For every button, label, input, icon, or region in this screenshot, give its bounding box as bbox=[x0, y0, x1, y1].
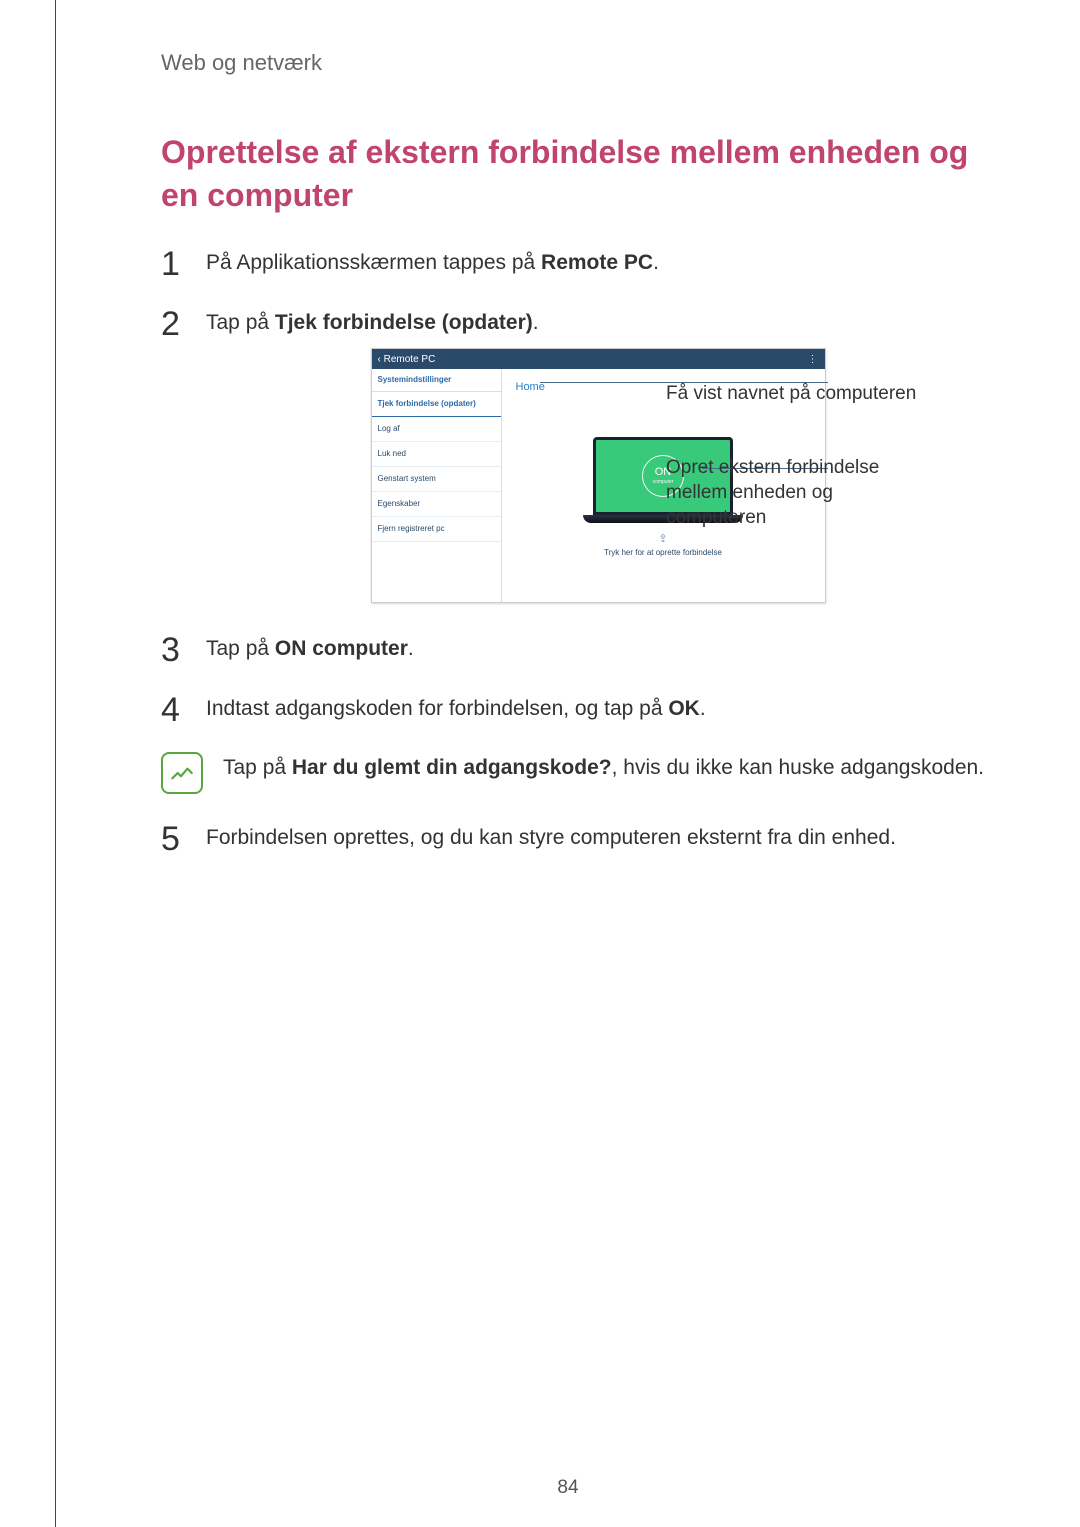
step-5-text: Forbindelsen oprettes, og du kan styre c… bbox=[206, 826, 896, 849]
note-icon bbox=[161, 752, 203, 794]
sidebar-header: Systemindstillinger bbox=[372, 369, 501, 392]
sidebar-item-remove-pc[interactable]: Fjern registreret pc bbox=[372, 517, 501, 542]
back-chevron-icon[interactable]: ‹ Remote PC bbox=[378, 352, 436, 367]
step-4: Indtast adgangskoden for forbindelsen, o… bbox=[161, 693, 990, 725]
sidebar-item-restart[interactable]: Genstart system bbox=[372, 467, 501, 492]
tap-hint: ⇪ Tryk her for at oprette forbindelse bbox=[604, 531, 722, 560]
step-1-text-post: . bbox=[653, 251, 659, 274]
step-3-text-post: . bbox=[408, 637, 414, 660]
step-3-text-pre: Tap på bbox=[206, 637, 275, 660]
step-2-bold: Tjek forbindelse (opdater) bbox=[275, 311, 533, 334]
overflow-menu-icon[interactable]: ⋮ bbox=[808, 352, 819, 367]
topbar-title: Remote PC bbox=[384, 354, 436, 365]
callout-create-connection: Opret ekstern forbindelse mellem enheden… bbox=[666, 456, 926, 530]
step-3: Tap på ON computer. bbox=[161, 633, 990, 665]
callout-computer-name: Få vist navnet på computeren bbox=[666, 382, 916, 407]
step-1-bold: Remote PC bbox=[541, 251, 653, 274]
step-2-text-pre: Tap på bbox=[206, 311, 275, 334]
up-arrow-icon: ⇪ bbox=[604, 531, 722, 548]
step-1-text-pre: På Applikationsskærmen tappes på bbox=[206, 251, 541, 274]
sidebar-item-properties[interactable]: Egenskaber bbox=[372, 492, 501, 517]
sidebar-item-check-connection[interactable]: Tjek forbindelse (opdater) bbox=[372, 392, 501, 417]
step-3-bold: ON computer bbox=[275, 637, 408, 660]
note-pre: Tap på bbox=[223, 756, 292, 779]
step-4-text-post: . bbox=[700, 697, 706, 720]
step-4-bold: OK bbox=[668, 697, 700, 720]
note-box: Tap på Har du glemt din adgangskode?, hv… bbox=[161, 752, 990, 794]
step-2-text-post: . bbox=[533, 311, 539, 334]
section-title: Oprettelse af ekstern forbindelse mellem… bbox=[161, 131, 990, 217]
step-1: På Applikationsskærmen tappes på Remote … bbox=[161, 247, 990, 279]
breadcrumb: Web og netværk bbox=[161, 50, 990, 76]
step-2: Tap på Tjek forbindelse (opdater). ‹ Rem… bbox=[161, 307, 990, 604]
note-text: Tap på Har du glemt din adgangskode?, hv… bbox=[223, 752, 984, 784]
step-4-text-pre: Indtast adgangskoden for forbindelsen, o… bbox=[206, 697, 668, 720]
screenshot-figure: ‹ Remote PC ⋮ Systemindstillinger Tjek f… bbox=[206, 348, 990, 603]
app-topbar: ‹ Remote PC ⋮ bbox=[372, 349, 825, 369]
note-bold: Har du glemt din adgangskode? bbox=[292, 756, 612, 779]
step-5: Forbindelsen oprettes, og du kan styre c… bbox=[161, 822, 990, 854]
note-post: , hvis du ikke kan huske adgangskoden. bbox=[612, 756, 984, 779]
sidebar-item-shutdown[interactable]: Luk ned bbox=[372, 442, 501, 467]
sidebar: Systemindstillinger Tjek forbindelse (op… bbox=[372, 369, 502, 602]
page-number: 84 bbox=[557, 1477, 578, 1499]
tap-hint-text: Tryk her for at oprette forbindelse bbox=[604, 548, 722, 557]
sidebar-item-log-off[interactable]: Log af bbox=[372, 417, 501, 442]
